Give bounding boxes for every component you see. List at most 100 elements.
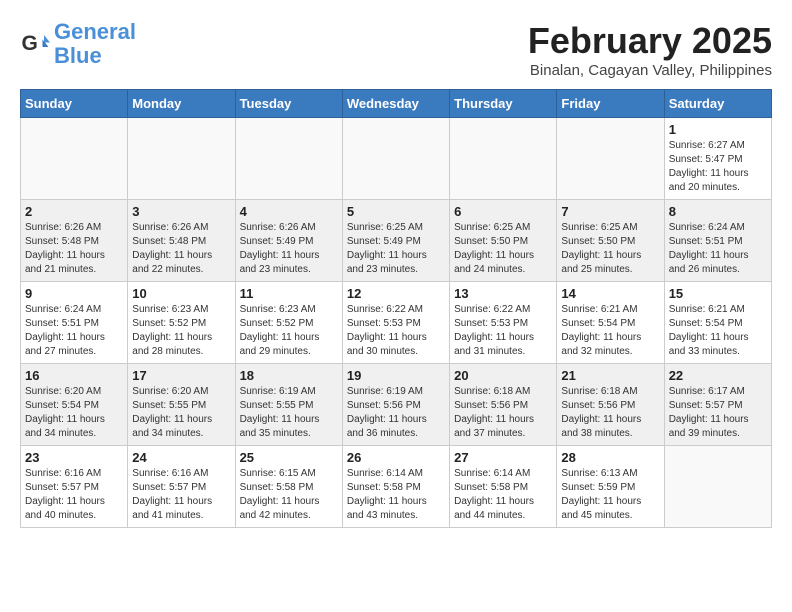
calendar-cell: 28 Sunrise: 6:13 AM Sunset: 5:59 PM Dayli… bbox=[557, 446, 664, 528]
calendar-cell: 17 Sunrise: 6:20 AM Sunset: 5:55 PM Dayli… bbox=[128, 364, 235, 446]
calendar-header: SundayMondayTuesdayWednesdayThursdayFrid… bbox=[21, 90, 772, 118]
calendar-cell: 11 Sunrise: 6:23 AM Sunset: 5:52 PM Dayli… bbox=[235, 282, 342, 364]
calendar-cell: 15Sunrise: 6:21 AM Sunset: 5:54 PM Dayli… bbox=[664, 282, 771, 364]
day-number: 10 bbox=[132, 286, 230, 301]
calendar-cell: 19Sunrise: 6:19 AM Sunset: 5:56 PM Dayli… bbox=[342, 364, 449, 446]
logo-line2: Blue bbox=[54, 43, 102, 68]
day-number: 5 bbox=[347, 204, 445, 219]
day-info: Sunrise: 6:19 AM Sunset: 5:55 PM Dayligh… bbox=[240, 385, 338, 441]
calendar-cell bbox=[557, 118, 664, 200]
day-info: Sunrise: 6:24 AM Sunset: 5:51 PM Dayligh… bbox=[25, 303, 123, 359]
logo-icon: G bbox=[20, 29, 50, 59]
calendar-cell: 2 Sunrise: 6:26 AM Sunset: 5:48 PM Daylig… bbox=[21, 200, 128, 282]
day-info: Sunrise: 6:22 AM Sunset: 5:53 PM Dayligh… bbox=[454, 303, 552, 359]
day-number: 6 bbox=[454, 204, 552, 219]
day-info: Sunrise: 6:18 AM Sunset: 5:56 PM Dayligh… bbox=[561, 385, 659, 441]
day-number: 14 bbox=[561, 286, 659, 301]
calendar-cell: 16Sunrise: 6:20 AM Sunset: 5:54 PM Dayli… bbox=[21, 364, 128, 446]
calendar-cell: 21 Sunrise: 6:18 AM Sunset: 5:56 PM Dayli… bbox=[557, 364, 664, 446]
day-info: Sunrise: 6:23 AM Sunset: 5:52 PM Dayligh… bbox=[240, 303, 338, 359]
day-info: Sunrise: 6:19 AM Sunset: 5:56 PM Dayligh… bbox=[347, 385, 445, 441]
day-number: 22 bbox=[669, 368, 767, 383]
calendar-table: SundayMondayTuesdayWednesdayThursdayFrid… bbox=[20, 89, 772, 528]
day-number: 24 bbox=[132, 450, 230, 465]
calendar-cell bbox=[450, 118, 557, 200]
day-info: Sunrise: 6:24 AM Sunset: 5:51 PM Dayligh… bbox=[669, 221, 767, 277]
day-info: Sunrise: 6:14 AM Sunset: 5:58 PM Dayligh… bbox=[347, 467, 445, 523]
day-info: Sunrise: 6:26 AM Sunset: 5:49 PM Dayligh… bbox=[240, 221, 338, 277]
day-info: Sunrise: 6:23 AM Sunset: 5:52 PM Dayligh… bbox=[132, 303, 230, 359]
calendar-cell: 27Sunrise: 6:14 AM Sunset: 5:58 PM Dayli… bbox=[450, 446, 557, 528]
day-header-thursday: Thursday bbox=[450, 90, 557, 118]
calendar-cell: 9 Sunrise: 6:24 AM Sunset: 5:51 PM Daylig… bbox=[21, 282, 128, 364]
day-info: Sunrise: 6:13 AM Sunset: 5:59 PM Dayligh… bbox=[561, 467, 659, 523]
calendar-body: 1 Sunrise: 6:27 AM Sunset: 5:47 PM Daylig… bbox=[21, 118, 772, 528]
day-number: 18 bbox=[240, 368, 338, 383]
logo-line1: General bbox=[54, 19, 136, 44]
calendar-cell: 7Sunrise: 6:25 AM Sunset: 5:50 PM Daylig… bbox=[557, 200, 664, 282]
day-info: Sunrise: 6:25 AM Sunset: 5:50 PM Dayligh… bbox=[454, 221, 552, 277]
day-number: 11 bbox=[240, 286, 338, 301]
day-header-friday: Friday bbox=[557, 90, 664, 118]
calendar-cell bbox=[21, 118, 128, 200]
day-info: Sunrise: 6:27 AM Sunset: 5:47 PM Dayligh… bbox=[669, 139, 767, 195]
calendar-week-5: 23 Sunrise: 6:16 AM Sunset: 5:57 PM Dayli… bbox=[21, 446, 772, 528]
day-number: 26 bbox=[347, 450, 445, 465]
day-info: Sunrise: 6:20 AM Sunset: 5:55 PM Dayligh… bbox=[132, 385, 230, 441]
day-info: Sunrise: 6:26 AM Sunset: 5:48 PM Dayligh… bbox=[25, 221, 123, 277]
svg-text:G: G bbox=[22, 32, 38, 55]
day-info: Sunrise: 6:18 AM Sunset: 5:56 PM Dayligh… bbox=[454, 385, 552, 441]
calendar-cell: 25Sunrise: 6:15 AM Sunset: 5:58 PM Dayli… bbox=[235, 446, 342, 528]
day-info: Sunrise: 6:22 AM Sunset: 5:53 PM Dayligh… bbox=[347, 303, 445, 359]
calendar-cell bbox=[235, 118, 342, 200]
logo-text: General Blue bbox=[54, 20, 136, 68]
day-info: Sunrise: 6:16 AM Sunset: 5:57 PM Dayligh… bbox=[25, 467, 123, 523]
day-header-saturday: Saturday bbox=[664, 90, 771, 118]
day-number: 1 bbox=[669, 122, 767, 137]
day-number: 25 bbox=[240, 450, 338, 465]
calendar-cell: 22Sunrise: 6:17 AM Sunset: 5:57 PM Dayli… bbox=[664, 364, 771, 446]
calendar-cell: 1 Sunrise: 6:27 AM Sunset: 5:47 PM Daylig… bbox=[664, 118, 771, 200]
calendar-cell: 26 Sunrise: 6:14 AM Sunset: 5:58 PM Dayli… bbox=[342, 446, 449, 528]
calendar-cell: 6 Sunrise: 6:25 AM Sunset: 5:50 PM Daylig… bbox=[450, 200, 557, 282]
calendar-cell bbox=[342, 118, 449, 200]
day-number: 23 bbox=[25, 450, 123, 465]
calendar-cell bbox=[664, 446, 771, 528]
calendar-week-4: 16Sunrise: 6:20 AM Sunset: 5:54 PM Dayli… bbox=[21, 364, 772, 446]
day-info: Sunrise: 6:26 AM Sunset: 5:48 PM Dayligh… bbox=[132, 221, 230, 277]
calendar-cell: 5 Sunrise: 6:25 AM Sunset: 5:49 PM Daylig… bbox=[342, 200, 449, 282]
location: Binalan, Cagayan Valley, Philippines bbox=[528, 62, 772, 79]
calendar-cell: 10 Sunrise: 6:23 AM Sunset: 5:52 PM Dayli… bbox=[128, 282, 235, 364]
day-number: 27 bbox=[454, 450, 552, 465]
calendar-cell: 18 Sunrise: 6:19 AM Sunset: 5:55 PM Dayli… bbox=[235, 364, 342, 446]
day-number: 7 bbox=[561, 204, 659, 219]
calendar-week-2: 2 Sunrise: 6:26 AM Sunset: 5:48 PM Daylig… bbox=[21, 200, 772, 282]
day-number: 9 bbox=[25, 286, 123, 301]
day-header-sunday: Sunday bbox=[21, 90, 128, 118]
day-number: 12 bbox=[347, 286, 445, 301]
day-number: 8 bbox=[669, 204, 767, 219]
day-info: Sunrise: 6:21 AM Sunset: 5:54 PM Dayligh… bbox=[561, 303, 659, 359]
day-number: 20 bbox=[454, 368, 552, 383]
day-number: 28 bbox=[561, 450, 659, 465]
calendar-week-1: 1 Sunrise: 6:27 AM Sunset: 5:47 PM Daylig… bbox=[21, 118, 772, 200]
calendar-cell: 3 Sunrise: 6:26 AM Sunset: 5:48 PM Daylig… bbox=[128, 200, 235, 282]
day-number: 4 bbox=[240, 204, 338, 219]
day-header-monday: Monday bbox=[128, 90, 235, 118]
day-info: Sunrise: 6:16 AM Sunset: 5:57 PM Dayligh… bbox=[132, 467, 230, 523]
calendar-cell: 8 Sunrise: 6:24 AM Sunset: 5:51 PM Daylig… bbox=[664, 200, 771, 282]
day-number: 15 bbox=[669, 286, 767, 301]
calendar-cell: 13Sunrise: 6:22 AM Sunset: 5:53 PM Dayli… bbox=[450, 282, 557, 364]
day-number: 17 bbox=[132, 368, 230, 383]
calendar-week-3: 9 Sunrise: 6:24 AM Sunset: 5:51 PM Daylig… bbox=[21, 282, 772, 364]
day-number: 2 bbox=[25, 204, 123, 219]
calendar-cell: 12 Sunrise: 6:22 AM Sunset: 5:53 PM Dayli… bbox=[342, 282, 449, 364]
day-number: 3 bbox=[132, 204, 230, 219]
day-number: 21 bbox=[561, 368, 659, 383]
day-info: Sunrise: 6:25 AM Sunset: 5:49 PM Dayligh… bbox=[347, 221, 445, 277]
calendar-cell: 23 Sunrise: 6:16 AM Sunset: 5:57 PM Dayli… bbox=[21, 446, 128, 528]
day-info: Sunrise: 6:20 AM Sunset: 5:54 PM Dayligh… bbox=[25, 385, 123, 441]
title-block: February 2025 Binalan, Cagayan Valley, P… bbox=[528, 20, 772, 79]
days-of-week-row: SundayMondayTuesdayWednesdayThursdayFrid… bbox=[21, 90, 772, 118]
month-title: February 2025 bbox=[528, 20, 772, 62]
